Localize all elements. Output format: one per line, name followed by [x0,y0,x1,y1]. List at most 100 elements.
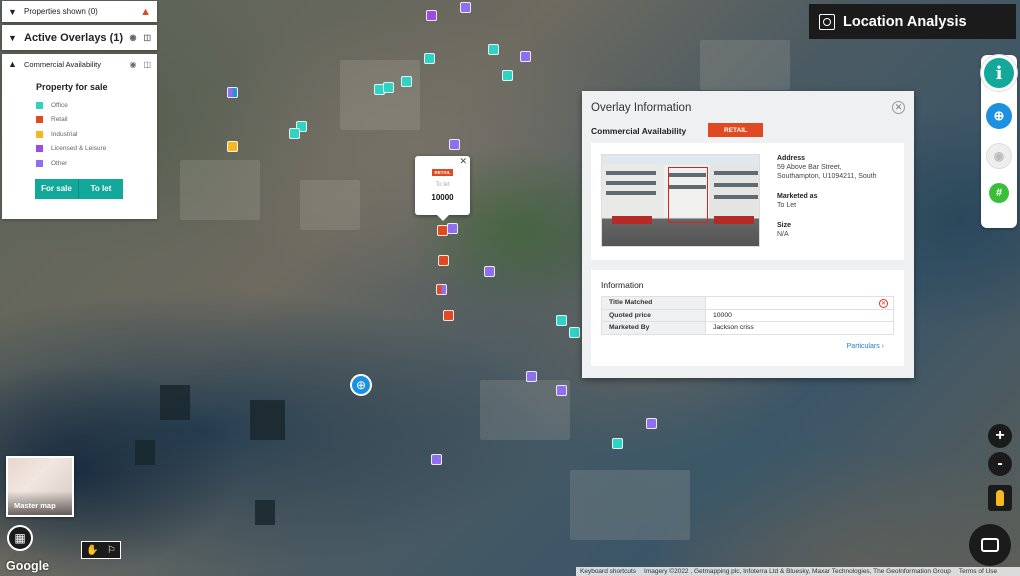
window-row [714,183,758,187]
pin-icon[interactable]: # [989,183,1009,203]
legend: Property for sale Office Retail Industri… [2,74,157,171]
legend-label: Industrial [51,130,78,138]
legend-label: Retail [51,116,68,124]
imagery-credit: Imagery ©2022 , Getmapping plc, Infoterr… [644,568,951,575]
particulars-link[interactable]: Particulars › [847,343,884,350]
marketed-value: To Let [777,202,797,209]
property-pin[interactable] [502,70,513,81]
trash-icon[interactable]: ◫ [143,60,151,69]
location-analysis-icon [819,13,835,30]
overlay-info-panel: Overlay Information ✕ Commercial Availab… [582,91,914,378]
property-pin[interactable] [426,10,437,21]
information-table: Title Matched ✕ Quoted price 10000 Marke… [601,296,894,335]
eye-icon[interactable]: ◉ [129,33,136,42]
window-row [714,195,758,199]
legend-item: Retail [36,113,157,128]
terms-link[interactable]: Terms of Use [959,568,997,575]
app-title-bar: Location Analysis [809,4,1016,39]
property-card: Address 59 Above Bar Street, Southampton… [591,143,904,260]
chat-icon[interactable] [969,524,1011,566]
property-pin[interactable] [646,418,657,429]
active-overlays-panel[interactable]: ▼ Active Overlays (1) ◉ ◫ [2,25,157,50]
property-pin[interactable] [431,454,442,465]
master-map-label: Master map [14,501,56,510]
property-pin[interactable] [556,315,567,326]
map-feature [255,500,275,525]
address-line-1: 59 Above Bar Street, [777,164,842,171]
master-map-toggle[interactable]: Master map [6,456,74,517]
retail-swatch [36,116,43,124]
marketed-label: Marketed as [777,193,818,200]
property-photo[interactable] [601,154,760,247]
location-marker-icon[interactable]: ⊕ [350,374,372,396]
leisure-swatch [36,145,43,153]
hand-pan-icon[interactable]: ✋ [86,545,98,556]
chevron-down-icon[interactable]: ▼ [8,33,18,43]
property-pin[interactable] [227,87,238,98]
property-pin[interactable] [227,141,238,152]
popup-tag: RETAIL [431,169,454,176]
eye-icon[interactable]: ◉ [986,143,1012,169]
overlay-name: Commercial Availability [24,59,101,69]
property-pin[interactable] [484,266,495,277]
highlight-outline [668,167,708,223]
property-pin[interactable] [289,128,300,139]
row-value: Jackson criss [705,321,894,335]
property-pin[interactable] [460,2,471,13]
error-icon: ✕ [879,299,888,308]
for-sale-button[interactable]: For sale [35,178,79,199]
layer-name: Commercial Availability [591,126,687,136]
chevron-down-icon[interactable]: ▼ [8,7,18,17]
panel-title: Overlay Information [591,102,692,114]
information-title: Information [601,280,644,290]
legend-label: Office [51,101,68,109]
map-attribution: Keyboard shortcuts Imagery ©2022 , Getma… [576,567,1020,576]
zoom-out-button[interactable]: - [988,452,1012,476]
chevron-up-icon[interactable]: ▲ [8,59,18,69]
close-icon[interactable]: ✕ [459,156,467,167]
property-pin[interactable] [569,327,580,338]
property-pin[interactable] [447,223,458,234]
legend-title: Property for sale [36,82,108,92]
property-pin[interactable] [436,284,447,295]
row-key: Marketed By [601,321,706,335]
row-value: 10000 [705,308,894,322]
property-popup[interactable]: ✕ RETAIL To let 10000 [415,156,470,221]
property-pin[interactable] [526,371,537,382]
window-row [606,171,656,175]
property-pin[interactable] [556,385,567,396]
property-pin[interactable] [520,51,531,62]
property-pin[interactable] [443,310,454,321]
property-pin[interactable] [612,438,623,449]
crosshair-icon[interactable]: ⊕ [986,103,1012,129]
shopfront [612,216,652,224]
shopfront [714,216,754,224]
row-value: ✕ [705,296,894,310]
street-view-pegman-icon[interactable] [988,485,1012,511]
size-value: N/A [777,231,789,238]
row-key: Title Matched [601,296,706,310]
property-pin[interactable] [383,82,394,93]
to-let-button[interactable]: To let [79,178,123,199]
property-pin[interactable] [401,76,412,87]
draw-shape-icon[interactable]: ⚐ [107,545,116,556]
property-pin[interactable] [438,255,449,266]
eye-icon[interactable]: ◉ [129,60,136,69]
property-pin[interactable] [488,44,499,55]
map-feature [160,385,190,420]
window-row [714,171,758,175]
warning-icon: ▲ [140,5,151,18]
property-pin[interactable] [449,139,460,150]
trash-icon[interactable]: ◫ [143,33,151,42]
property-pin[interactable] [424,53,435,64]
close-icon[interactable]: ✕ [892,101,905,114]
zoom-in-button[interactable]: + [988,424,1012,448]
properties-shown-panel[interactable]: ▼ Properties shown (0) ▲ [2,1,157,22]
keyboard-shortcuts-link[interactable]: Keyboard shortcuts [580,568,636,575]
grid-icon[interactable]: ▦ [7,525,33,551]
map-feature [250,400,285,440]
address-label: Address [777,155,806,162]
legend-label: Other [51,159,68,167]
info-icon[interactable]: i [981,55,1017,91]
map-feature [135,440,155,465]
